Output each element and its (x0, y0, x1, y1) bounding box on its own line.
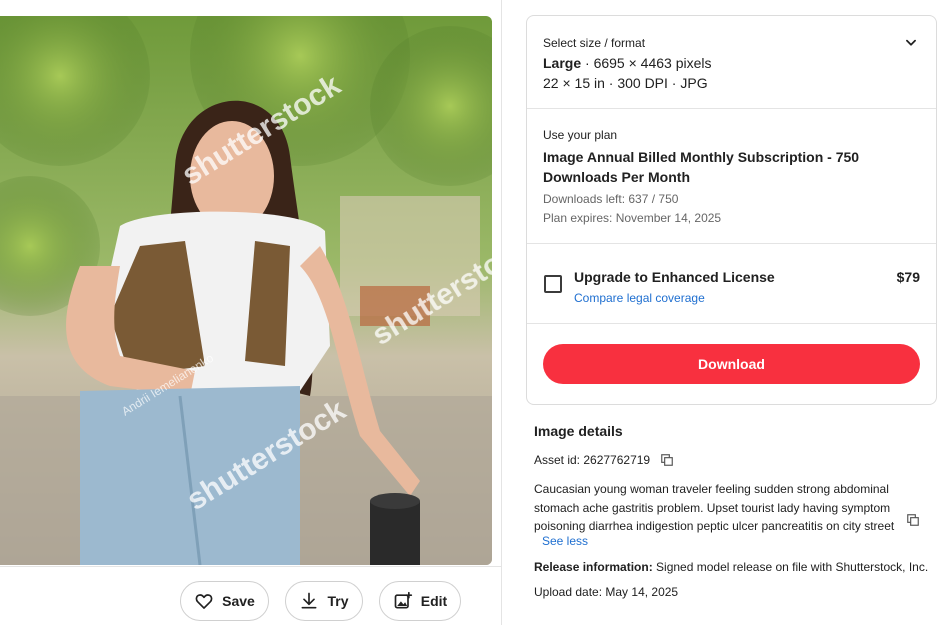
see-less-link[interactable]: See less (542, 534, 588, 548)
compare-coverage-link[interactable]: Compare legal coverage (574, 291, 705, 305)
upgrade-price: $79 (896, 269, 920, 285)
size-dimensions: · 6695 × 4463 pixels (581, 55, 712, 71)
divider (0, 566, 502, 567)
plan-expiry: Plan expires: November 14, 2025 (543, 211, 722, 225)
size-value: Large · 6695 × 4463 pixels (543, 55, 712, 71)
image-edit-icon (394, 591, 412, 609)
image-details: Image details Asset id: 2627762719 Cauca… (534, 423, 934, 599)
release-information: Release information: Signed model releas… (534, 560, 928, 574)
size-name: Large (543, 55, 582, 71)
download-button[interactable]: Download (543, 344, 920, 384)
release-label: Release information: (534, 560, 653, 574)
release-text: Signed model release on file with Shutte… (652, 560, 929, 574)
size-label: Select size / format (543, 36, 646, 50)
download-arrow-icon (301, 592, 317, 609)
save-button[interactable]: Save (180, 581, 269, 621)
asset-id: Asset id: 2627762719 (534, 453, 651, 467)
plan-label: Use your plan (543, 128, 618, 142)
plan-title: Image Annual Billed Monthly Subscription… (543, 149, 860, 185)
image-preview-panel: shutterstock shutterstock shutterstock A… (0, 0, 502, 625)
try-label: Try (327, 593, 349, 609)
heart-icon (195, 594, 213, 609)
upgrade-title: Upgrade to Enhanced License (574, 269, 775, 285)
purchase-card: Select size / format Large · 6695 × 4463… (526, 15, 937, 405)
copy-icon[interactable] (660, 453, 674, 467)
asset-id-row: Asset id: 2627762719 (534, 453, 674, 467)
edit-button[interactable]: Edit (379, 581, 461, 621)
chevron-down-icon[interactable] (904, 36, 918, 50)
copy-icon[interactable] (906, 513, 920, 527)
size-details: 22 × 15 in · 300 DPI · JPG (543, 75, 708, 91)
upgrade-license-section: Upgrade to Enhanced License Compare lega… (527, 244, 936, 324)
try-button[interactable]: Try (285, 581, 363, 621)
edit-label: Edit (420, 593, 448, 609)
stock-photo[interactable]: shutterstock shutterstock shutterstock A… (0, 16, 492, 565)
save-label: Save (222, 593, 255, 609)
details-heading: Image details (534, 423, 623, 439)
photo-illustration: shutterstock shutterstock shutterstock A… (0, 16, 492, 565)
enhanced-license-checkbox[interactable] (544, 275, 562, 293)
size-selector[interactable]: Select size / format Large · 6695 × 4463… (527, 16, 936, 109)
upload-date: Upload date: May 14, 2025 (534, 585, 679, 599)
plan-section[interactable]: Use your plan Image Annual Billed Monthl… (527, 109, 936, 244)
downloads-left: Downloads left: 637 / 750 (543, 192, 679, 206)
image-description: Caucasian young woman traveler feeling s… (534, 482, 895, 533)
